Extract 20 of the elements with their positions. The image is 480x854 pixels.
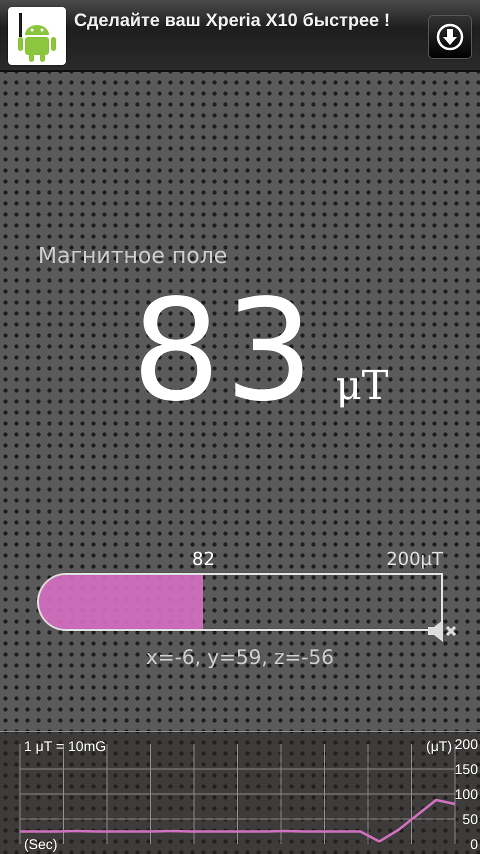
y-tick-label: 100 <box>454 786 478 802</box>
unit-label: μT <box>336 363 388 409</box>
download-button[interactable] <box>428 15 472 59</box>
y-axis-label: (μT) <box>426 738 452 754</box>
axes-readout: x=-6, y=59, z=-56 <box>145 645 335 669</box>
current-value: 82 <box>192 549 215 570</box>
ad-banner[interactable]: Сделайте ваш Xperia X10 быстрее ! <box>0 0 480 72</box>
field-value: 83 <box>132 277 318 427</box>
mute-icon[interactable] <box>426 619 458 643</box>
ad-title: Сделайте ваш Xperia X10 быстрее ! <box>74 9 392 30</box>
field-label: Магнитное поле <box>38 244 228 269</box>
unit-note: 1 μT = 10mG <box>24 738 106 754</box>
y-tick-label: 50 <box>462 811 478 827</box>
y-tick-label: 0 <box>470 836 478 852</box>
y-tick-label: 200 <box>454 736 478 752</box>
android-robot-icon <box>8 7 66 65</box>
download-icon <box>435 22 465 52</box>
y-tick-label: 150 <box>454 761 478 777</box>
x-axis-label: (Sec) <box>24 836 58 852</box>
scale-max: 200μT <box>386 549 443 570</box>
